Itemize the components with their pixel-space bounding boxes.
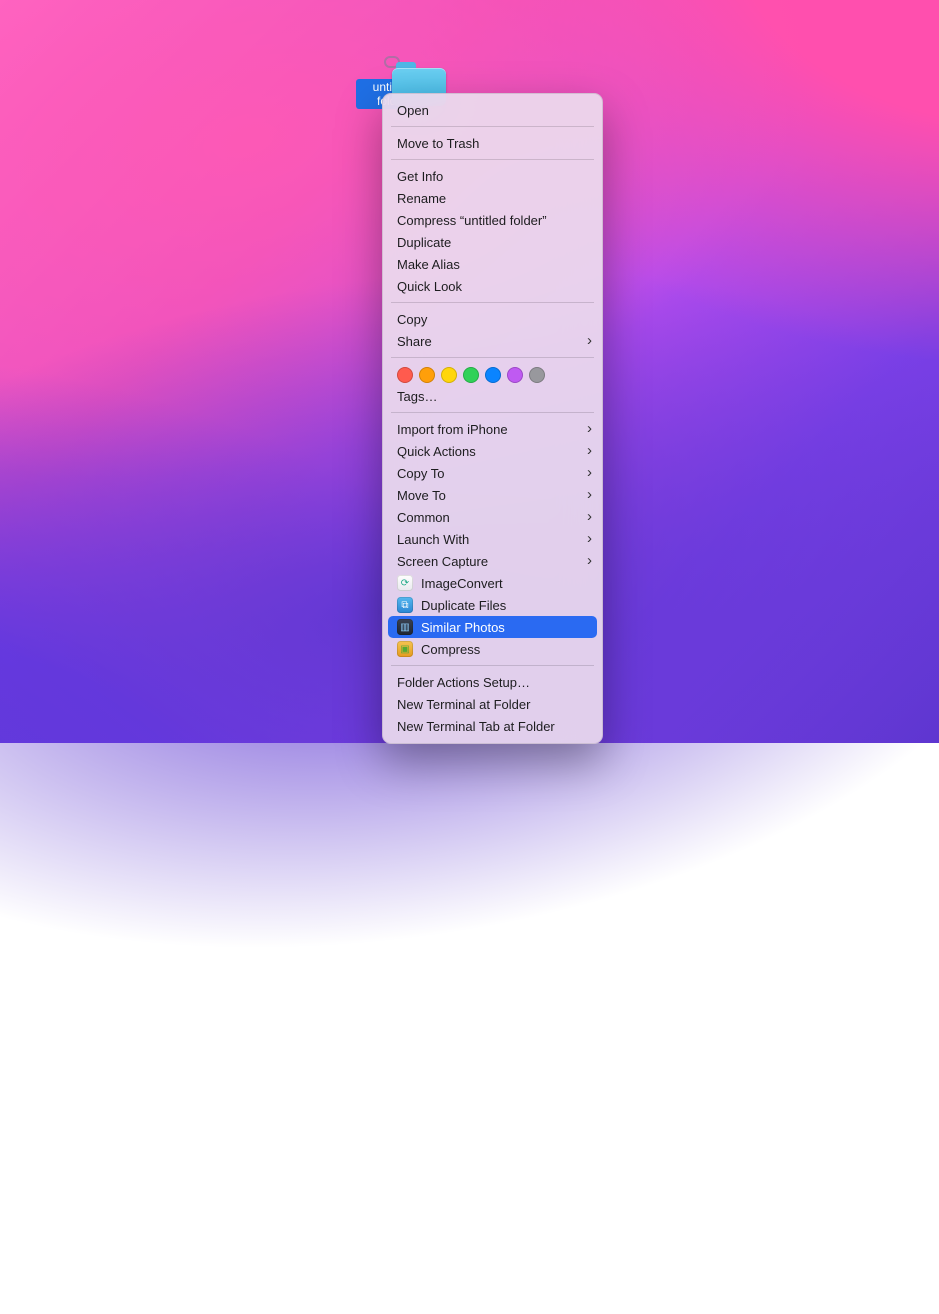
tag-color-row (383, 363, 602, 385)
tag-color-6[interactable] (529, 367, 545, 383)
menu-copy-to[interactable]: Copy To (383, 462, 602, 484)
separator (391, 302, 594, 303)
tag-color-4[interactable] (485, 367, 501, 383)
menu-get-info[interactable]: Get Info (383, 165, 602, 187)
compress-icon: ▣ (397, 641, 413, 657)
menu-similar-photos[interactable]: ▥Similar Photos (388, 616, 597, 638)
menu-folder-actions-setup[interactable]: Folder Actions Setup… (383, 671, 602, 693)
menu-launch-with[interactable]: Launch With (383, 528, 602, 550)
menu-move-to[interactable]: Move To (383, 484, 602, 506)
tag-color-2[interactable] (441, 367, 457, 383)
separator (391, 159, 594, 160)
menu-share[interactable]: Share (383, 330, 602, 352)
menu-common[interactable]: Common (383, 506, 602, 528)
tag-color-5[interactable] (507, 367, 523, 383)
menu-move-to-trash[interactable]: Move to Trash (383, 132, 602, 154)
similar-photos-icon: ▥ (397, 619, 413, 635)
menu-new-terminal-tab[interactable]: New Terminal Tab at Folder (383, 715, 602, 737)
menu-copy[interactable]: Copy (383, 308, 602, 330)
menu-import-iphone[interactable]: Import from iPhone (383, 418, 602, 440)
menu-screen-capture[interactable]: Screen Capture (383, 550, 602, 572)
separator (391, 412, 594, 413)
duplicate-files-icon: ⧉ (397, 597, 413, 613)
menu-make-alias[interactable]: Make Alias (383, 253, 602, 275)
imageconvert-icon: ⟳ (397, 575, 413, 591)
menu-new-terminal[interactable]: New Terminal at Folder (383, 693, 602, 715)
menu-duplicate[interactable]: Duplicate (383, 231, 602, 253)
separator (391, 665, 594, 666)
context-menu: Open Move to Trash Get Info Rename Compr… (382, 93, 603, 744)
separator (391, 126, 594, 127)
menu-quick-look[interactable]: Quick Look (383, 275, 602, 297)
menu-open[interactable]: Open (383, 99, 602, 121)
menu-compress[interactable]: ▣Compress (383, 638, 602, 660)
menu-image-convert[interactable]: ⟳ImageConvert (383, 572, 602, 594)
menu-compress-folder[interactable]: Compress “untitled folder” (383, 209, 602, 231)
tag-color-0[interactable] (397, 367, 413, 383)
tag-color-1[interactable] (419, 367, 435, 383)
menu-rename[interactable]: Rename (383, 187, 602, 209)
menu-tags[interactable]: Tags… (383, 385, 602, 407)
tag-color-3[interactable] (463, 367, 479, 383)
separator (391, 357, 594, 358)
menu-duplicate-files[interactable]: ⧉Duplicate Files (383, 594, 602, 616)
menu-quick-actions[interactable]: Quick Actions (383, 440, 602, 462)
